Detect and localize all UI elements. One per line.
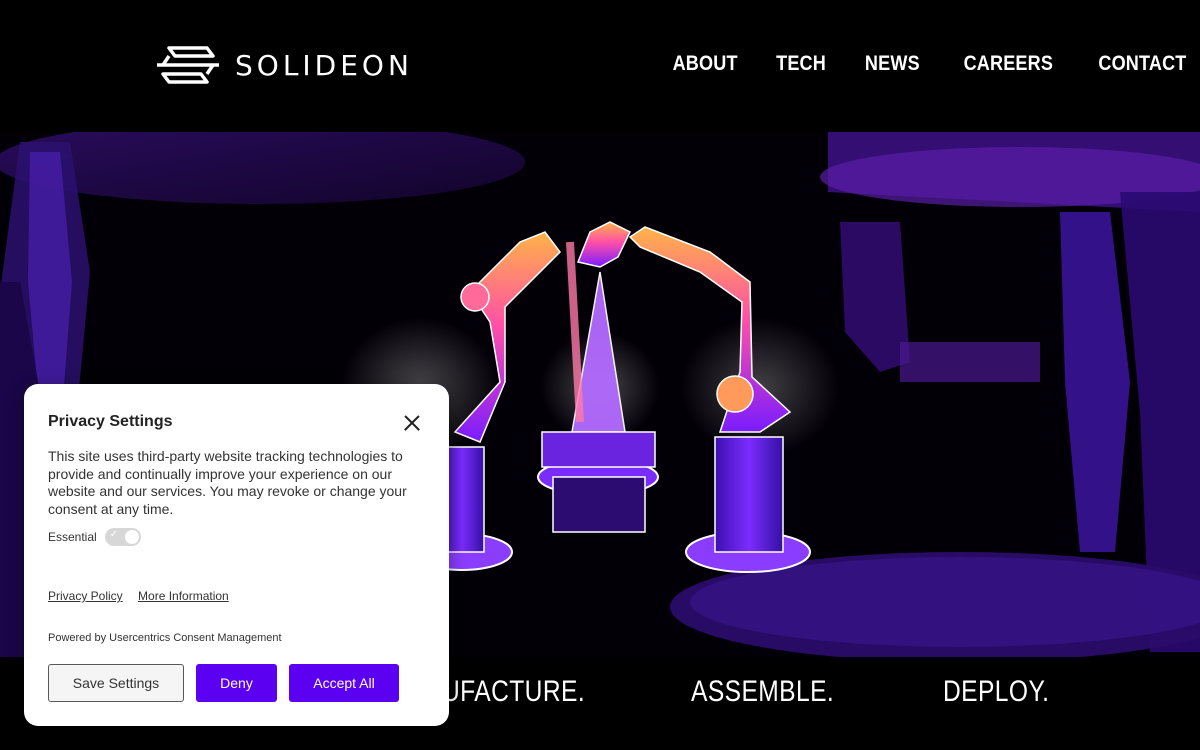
main-nav: ABOUT TECH NEWS CAREERS CONTACT <box>632 52 1186 76</box>
essential-label: Essential <box>48 530 97 544</box>
nav-tech[interactable]: TECH <box>776 52 826 76</box>
more-information-link[interactable]: More Information <box>138 589 229 603</box>
nav-news[interactable]: NEWS <box>865 52 920 76</box>
tagline-manufacture: UFACTURE. <box>442 675 586 708</box>
nav-about[interactable]: ABOUT <box>673 52 738 76</box>
site-header: SOLIDEON ABOUT TECH NEWS CAREERS CONTACT <box>0 0 1200 132</box>
deny-button[interactable]: Deny <box>196 664 277 702</box>
essential-toggle[interactable]: ✓ <box>104 528 141 546</box>
solideon-logo-icon <box>157 46 219 84</box>
powered-by-text: Powered by Usercentrics Consent Manageme… <box>48 632 282 644</box>
privacy-policy-link[interactable]: Privacy Policy <box>48 589 123 603</box>
brand-logo[interactable]: SOLIDEON <box>155 44 413 86</box>
dialog-title: Privacy Settings <box>48 413 173 430</box>
check-icon: ✓ <box>109 529 119 540</box>
tagline-deploy: DEPLOY. <box>943 675 1050 708</box>
brand-name: SOLIDEON <box>235 48 413 82</box>
essential-toggle-row: Essential ✓ <box>48 528 141 546</box>
accept-all-button[interactable]: Accept All <box>289 664 399 702</box>
dialog-links: Privacy Policy More Information <box>48 589 241 603</box>
nav-contact[interactable]: CONTACT <box>1098 52 1186 76</box>
toggle-knob <box>124 530 139 544</box>
nav-careers[interactable]: CAREERS <box>964 52 1054 76</box>
privacy-settings-dialog: Privacy Settings This site uses third-pa… <box>24 384 449 726</box>
dialog-description: This site uses third-party website track… <box>48 448 407 517</box>
tagline-assemble: ASSEMBLE. <box>691 675 835 708</box>
save-settings-button[interactable]: Save Settings <box>48 664 184 702</box>
close-icon[interactable] <box>399 410 425 436</box>
